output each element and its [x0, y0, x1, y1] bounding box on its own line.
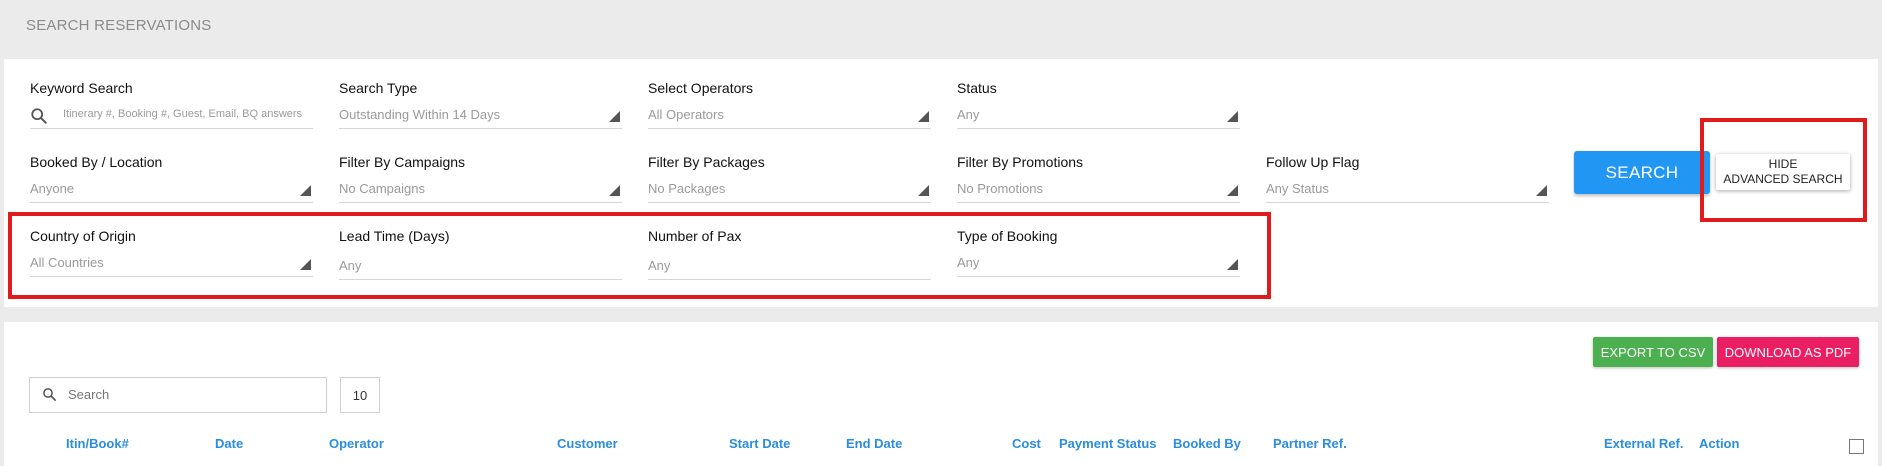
dropdown-arrow-icon: [1227, 111, 1238, 122]
col-header-date[interactable]: Date: [215, 436, 243, 451]
follow-up-control[interactable]: Any Status: [1266, 176, 1549, 203]
advanced-toggle-highlight: [1700, 118, 1867, 222]
col-header-external-ref[interactable]: External Ref.: [1604, 436, 1683, 451]
col-header-customer[interactable]: Customer: [557, 436, 618, 451]
page-title: SEARCH RESERVATIONS: [26, 17, 212, 34]
download-pdf-button[interactable]: DOWNLOAD AS PDF: [1717, 337, 1859, 367]
packages-control[interactable]: No Packages: [648, 176, 931, 203]
keyword-search-label: Keyword Search: [30, 80, 133, 96]
col-header-partner-ref[interactable]: Partner Ref.: [1273, 436, 1347, 451]
operators-value: All Operators: [648, 107, 724, 122]
col-header-operator[interactable]: Operator: [329, 436, 384, 451]
col-header-start-date[interactable]: Start Date: [729, 436, 790, 451]
export-csv-button[interactable]: EXPORT TO CSV: [1593, 337, 1713, 367]
advanced-filters-highlight: [8, 212, 1271, 299]
follow-up-value: Any Status: [1266, 181, 1329, 196]
dropdown-arrow-icon: [300, 185, 311, 196]
search-icon: [43, 388, 56, 401]
campaigns-value: No Campaigns: [339, 181, 425, 196]
packages-label: Filter By Packages: [648, 154, 765, 170]
booked-by-label: Booked By / Location: [30, 154, 163, 170]
dropdown-arrow-icon: [918, 185, 929, 196]
dropdown-arrow-icon: [1536, 185, 1547, 196]
promotions-control[interactable]: No Promotions: [957, 176, 1240, 203]
col-header-payment-status[interactable]: Payment Status: [1059, 436, 1157, 451]
table-search-box[interactable]: [29, 377, 327, 413]
dropdown-arrow-icon: [1227, 185, 1238, 196]
status-value: Any: [957, 107, 980, 122]
search-type-value: Outstanding Within 14 Days: [339, 107, 501, 122]
packages-value: No Packages: [648, 181, 726, 196]
search-type-label: Search Type: [339, 80, 418, 96]
keyword-search-placeholder: Itinerary #, Booking #, Guest, Email, BQ…: [63, 108, 303, 120]
col-header-cost[interactable]: Cost: [1012, 436, 1041, 451]
search-type-control[interactable]: Outstanding Within 14 Days: [339, 102, 622, 129]
page-size-select[interactable]: 10: [340, 377, 380, 413]
keyword-search-input[interactable]: Itinerary #, Booking #, Guest, Email, BQ…: [30, 102, 313, 129]
campaigns-label: Filter By Campaigns: [339, 154, 466, 170]
dropdown-arrow-icon: [918, 111, 929, 122]
promotions-value: No Promotions: [957, 181, 1043, 196]
col-header-itin[interactable]: Itin/Book#: [66, 436, 129, 451]
select-all-checkbox[interactable]: [1849, 439, 1864, 454]
search-button[interactable]: SEARCH: [1574, 151, 1710, 194]
status-control[interactable]: Any: [957, 102, 1240, 129]
operators-control[interactable]: All Operators: [648, 102, 931, 129]
search-icon: [31, 108, 47, 124]
table-search-input[interactable]: [68, 387, 308, 402]
campaigns-control[interactable]: No Campaigns: [339, 176, 622, 203]
promotions-label: Filter By Promotions: [957, 154, 1084, 170]
booked-by-value: Anyone: [30, 181, 75, 196]
dropdown-arrow-icon: [609, 185, 620, 196]
follow-up-label: Follow Up Flag: [1266, 154, 1360, 170]
col-header-end-date[interactable]: End Date: [846, 436, 902, 451]
dropdown-arrow-icon: [609, 111, 620, 122]
booked-by-control[interactable]: Anyone: [30, 176, 313, 203]
col-header-action: Action: [1699, 436, 1740, 451]
status-label: Status: [957, 80, 997, 96]
col-header-booked-by[interactable]: Booked By: [1173, 436, 1241, 451]
operators-label: Select Operators: [648, 80, 754, 96]
